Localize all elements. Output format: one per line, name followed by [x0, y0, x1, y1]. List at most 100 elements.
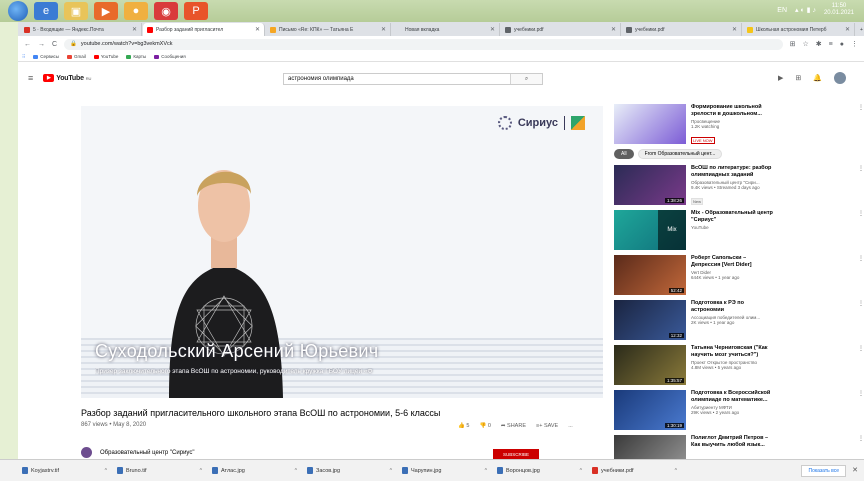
download-item[interactable]: Bruno.tif ^: [117, 467, 212, 474]
recommendation-item[interactable]: 1:30:19 Подготовка к Всероссийской олимпи…: [614, 390, 864, 430]
language-indicator[interactable]: EN: [777, 7, 787, 14]
more-options-icon[interactable]: ⋮: [858, 210, 864, 250]
channel-name[interactable]: Образовательный центр "Сириус": [100, 450, 194, 456]
notifications-bell-icon[interactable]: 🔔: [813, 74, 822, 82]
more-options-icon[interactable]: ⋮: [858, 255, 864, 295]
start-button[interactable]: [8, 1, 28, 21]
recommendation-thumbnail[interactable]: 12:32: [614, 300, 686, 340]
bookmark-item[interactable]: Gmail: [66, 54, 86, 59]
recommendation-thumbnail[interactable]: Mix: [614, 210, 686, 250]
recommendation-item[interactable]: 1:35:57 Татьяна Черниговская ("Как научит…: [614, 345, 864, 385]
dislike-button[interactable]: 👎 0: [479, 423, 490, 429]
download-item[interactable]: Атлас.jpg ^: [212, 467, 307, 474]
search-button[interactable]: ⌕: [510, 74, 542, 84]
chrome-icon[interactable]: ◉: [154, 2, 178, 20]
recommendation-title[interactable]: Полиглот Дмитрий Петров – Как выучить лю…: [691, 435, 777, 448]
tab-close-icon[interactable]: ✕: [611, 26, 616, 33]
tab-close-icon[interactable]: ✕: [381, 26, 386, 33]
download-item[interactable]: Воронцов.jpg ^: [497, 467, 592, 474]
chevron-up-icon[interactable]: ^: [105, 468, 107, 474]
recommendation-thumbnail[interactable]: 1:35:57: [614, 345, 686, 385]
show-all-downloads-button[interactable]: Показать все: [801, 465, 846, 477]
recommendation-thumbnail[interactable]: [614, 104, 686, 144]
more-options-icon[interactable]: ⋮: [858, 390, 864, 430]
bookmark-item[interactable]: Сообщения: [154, 54, 186, 59]
download-item[interactable]: Засов.jpg ^: [307, 467, 402, 474]
recommendation-title[interactable]: Татьяна Черниговская ("Как научить мозг …: [691, 345, 777, 358]
url-field[interactable]: 🔒 youtube.com/watch?v=bg3vekmXVck: [64, 38, 783, 50]
recommendation-item[interactable]: 1:38:26 ВсОШ по литературе: разбор олимпи…: [614, 165, 864, 205]
media-player-icon[interactable]: ▶: [94, 2, 118, 20]
chevron-up-icon[interactable]: ^: [485, 468, 487, 474]
download-item[interactable]: Чарупин.jpg ^: [402, 467, 497, 474]
new-tab-button[interactable]: +: [856, 23, 864, 36]
share-button[interactable]: ➦ SHARE: [501, 423, 526, 429]
recommendation-item[interactable]: 12:32 Подготовка к РЭ по астрономии Ассоци…: [614, 300, 864, 340]
browser-tab[interactable]: Письмо «Re: КПК» — Татьяна Е ✕: [266, 23, 391, 36]
chevron-up-icon[interactable]: ^: [580, 468, 582, 474]
browser-tab[interactable]: учебники.pdf ✕: [622, 23, 742, 36]
tab-close-icon[interactable]: ✕: [732, 26, 737, 33]
hamburger-menu-icon[interactable]: ≡: [28, 73, 33, 83]
yandex-browser-icon[interactable]: ●: [124, 2, 148, 20]
search-input[interactable]: [284, 74, 510, 84]
powerpoint-icon[interactable]: P: [184, 2, 208, 20]
like-button[interactable]: 👍 5: [458, 423, 469, 429]
tab-close-icon[interactable]: ✕: [845, 26, 850, 33]
reload-icon[interactable]: C: [52, 41, 57, 48]
browser-tab[interactable]: Разбор заданий пригласител ✕: [143, 23, 265, 36]
menu-icon[interactable]: ⋮: [851, 40, 858, 48]
chevron-up-icon[interactable]: ^: [675, 468, 677, 474]
youtube-logo[interactable]: ▶ YouTube RU: [43, 74, 91, 82]
recommendation-item[interactable]: Формирование школьной зрелости в дошколь…: [614, 104, 864, 144]
tray-icons[interactable]: ▴ ◐ ▮ ♪: [795, 6, 816, 14]
apps-bookmark-icon[interactable]: ⠿: [22, 54, 25, 60]
recommendation-channel[interactable]: YouTube: [691, 225, 777, 230]
chevron-up-icon[interactable]: ^: [200, 468, 202, 474]
ie-icon[interactable]: e: [34, 2, 58, 20]
more-options-icon[interactable]: ⋮: [858, 104, 864, 144]
bookmark-item[interactable]: Карты: [126, 54, 146, 59]
create-video-icon[interactable]: ▶: [778, 74, 783, 82]
tab-close-icon[interactable]: ✕: [490, 26, 495, 33]
save-button[interactable]: ≡+ SAVE: [536, 423, 558, 429]
subscribe-button[interactable]: SUBSCRIBE: [493, 449, 539, 459]
browser-tab[interactable]: учебники.pdf ✕: [501, 23, 621, 36]
star-icon[interactable]: ☆: [803, 40, 809, 48]
browser-tab[interactable]: Новая вкладка ✕: [392, 23, 500, 36]
account-avatar[interactable]: [834, 72, 846, 84]
channel-avatar[interactable]: [81, 447, 92, 458]
download-item[interactable]: учебники.pdf ^: [592, 467, 687, 474]
recommendation-thumbnail[interactable]: 52:42: [614, 255, 686, 295]
recommendation-item[interactable]: 52:42 Роберт Сапольски – Депрессия [Vert …: [614, 255, 864, 295]
forward-icon[interactable]: →: [38, 41, 45, 48]
recommendation-thumbnail[interactable]: 1:38:26: [614, 165, 686, 205]
download-item[interactable]: Koyjastrv.tif ^: [22, 467, 117, 474]
more-options-icon[interactable]: ⋮: [858, 300, 864, 340]
tab-close-icon[interactable]: ✕: [132, 26, 137, 33]
browser-tab[interactable]: 5 · Входящие — Яндекс.Почта ✕: [20, 23, 142, 36]
bookmark-item[interactable]: YouTube: [93, 54, 118, 59]
filter-chip[interactable]: From Образовательный цент...: [637, 149, 723, 159]
recommendation-title[interactable]: Роберт Сапольски – Депрессия [Vert Dider…: [691, 255, 777, 268]
apps-grid-icon[interactable]: ⊞: [795, 74, 801, 82]
more-actions-button[interactable]: ...: [568, 423, 573, 429]
more-options-icon[interactable]: ⋮: [858, 165, 864, 205]
tray-clock[interactable]: 11:50 20.01.2021: [824, 3, 854, 17]
chevron-up-icon[interactable]: ^: [390, 468, 392, 474]
translate-icon[interactable]: ⊞: [790, 40, 796, 48]
browser-tab[interactable]: Школьная астрономия Петерб ✕: [743, 23, 855, 36]
profile-icon[interactable]: ●: [840, 41, 844, 48]
video-player[interactable]: Сириус Суходольский Арсений Юрьевич Приз: [81, 106, 603, 398]
explorer-icon[interactable]: ▣: [64, 2, 88, 20]
extensions-icon[interactable]: ✱: [816, 40, 822, 48]
close-downloads-icon[interactable]: ✕: [852, 466, 858, 474]
recommendation-title[interactable]: Формирование школьной зрелости в дошколь…: [691, 104, 777, 117]
tab-close-icon[interactable]: ✕: [255, 26, 260, 33]
recommendation-thumbnail[interactable]: 1:30:19: [614, 390, 686, 430]
reading-list-icon[interactable]: ≡: [829, 41, 833, 48]
chevron-up-icon[interactable]: ^: [295, 468, 297, 474]
back-icon[interactable]: ←: [24, 41, 31, 48]
recommendation-item[interactable]: Mix Mix - Образовательный центр "Сириус" Y…: [614, 210, 864, 250]
more-options-icon[interactable]: ⋮: [858, 345, 864, 385]
